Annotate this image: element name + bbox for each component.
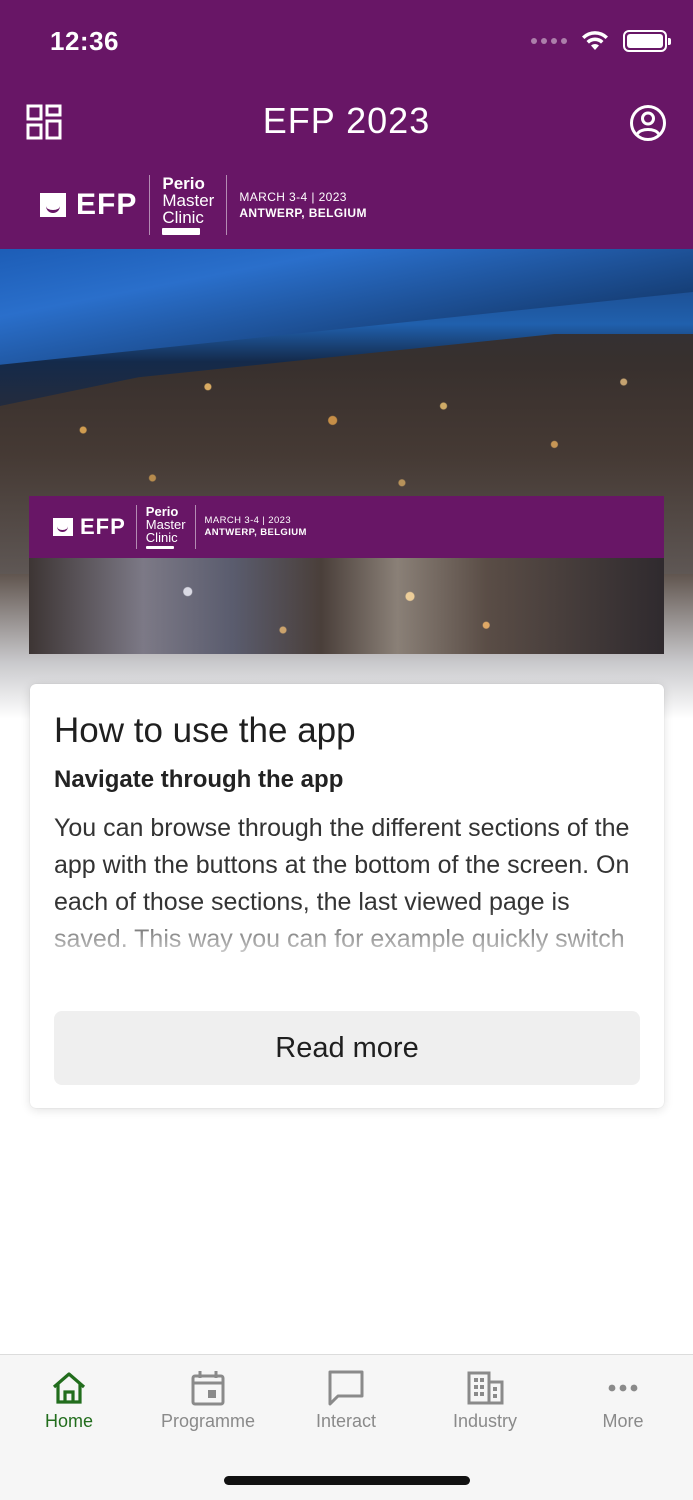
battery-icon: [623, 30, 671, 52]
tab-programme-label: Programme: [160, 1411, 256, 1431]
tab-more-label: More: [602, 1411, 644, 1431]
account-icon[interactable]: [629, 104, 667, 142]
efp-smile-icon: [40, 193, 66, 217]
tab-interact-label: Interact: [315, 1411, 377, 1431]
status-time: 12:36: [50, 26, 119, 56]
more-icon: [608, 1384, 638, 1392]
home-icon: [52, 1372, 86, 1404]
banner-photo: [29, 558, 664, 654]
perio-tag: [162, 228, 201, 235]
banner-logo-bar: EFP Perio Master Clinic MARCH 3-4 | 2023…: [29, 496, 664, 558]
signal-icon: [531, 38, 567, 44]
banner-event-place: ANTWERP, BELGIUM: [204, 527, 307, 538]
home-indicator[interactable]: [224, 1476, 470, 1485]
card-subtitle: Navigate through the app: [54, 766, 344, 793]
banner-efp-logo: EFP: [53, 505, 137, 549]
banner-perio-logo: Perio Master Clinic: [137, 505, 196, 549]
read-more-button[interactable]: Read more: [54, 1011, 640, 1085]
chat-icon: [328, 1370, 364, 1406]
status-icons: [531, 30, 671, 52]
tab-home-label: Home: [44, 1411, 93, 1431]
event-banner[interactable]: EFP Perio Master Clinic MARCH 3-4 | 2023…: [29, 496, 664, 654]
tab-programme[interactable]: Programme: [148, 1369, 268, 1432]
card-body: You can browse through the different sec…: [54, 810, 640, 966]
tab-home[interactable]: Home: [9, 1369, 129, 1432]
efp-logo: EFP: [40, 175, 151, 235]
event-place: ANTWERP, BELGIUM: [239, 206, 367, 220]
banner-perio-tag: [145, 546, 174, 549]
banner-event-info: MARCH 3-4 | 2023 ANTWERP, BELGIUM: [196, 515, 307, 539]
calendar-icon: [191, 1371, 225, 1406]
perio-master-clinic-logo: Perio Master Clinic: [150, 175, 228, 235]
building-icon: [467, 1371, 504, 1405]
banner-event-dates: MARCH 3-4 | 2023: [204, 515, 292, 526]
app-header: 12:36 EFP 2023 EFP Perio Master Clinic M…: [0, 0, 693, 249]
event-dates: MARCH 3-4 | 2023: [239, 190, 347, 204]
event-info: MARCH 3-4 | 2023 ANTWERP, BELGIUM: [227, 189, 367, 221]
tab-industry[interactable]: Industry: [425, 1369, 545, 1432]
wifi-icon: [582, 31, 608, 50]
tab-more[interactable]: More: [563, 1369, 683, 1432]
tab-interact[interactable]: Interact: [286, 1369, 406, 1432]
app-title: EFP 2023: [262, 100, 431, 141]
card-title: How to use the app: [54, 711, 356, 750]
event-logo: EFP Perio Master Clinic MARCH 3-4 | 2023…: [40, 174, 367, 236]
tab-industry-label: Industry: [452, 1411, 518, 1431]
how-to-card: How to use the app Navigate through the …: [30, 684, 664, 1108]
banner-efp-smile-icon: [53, 518, 73, 536]
